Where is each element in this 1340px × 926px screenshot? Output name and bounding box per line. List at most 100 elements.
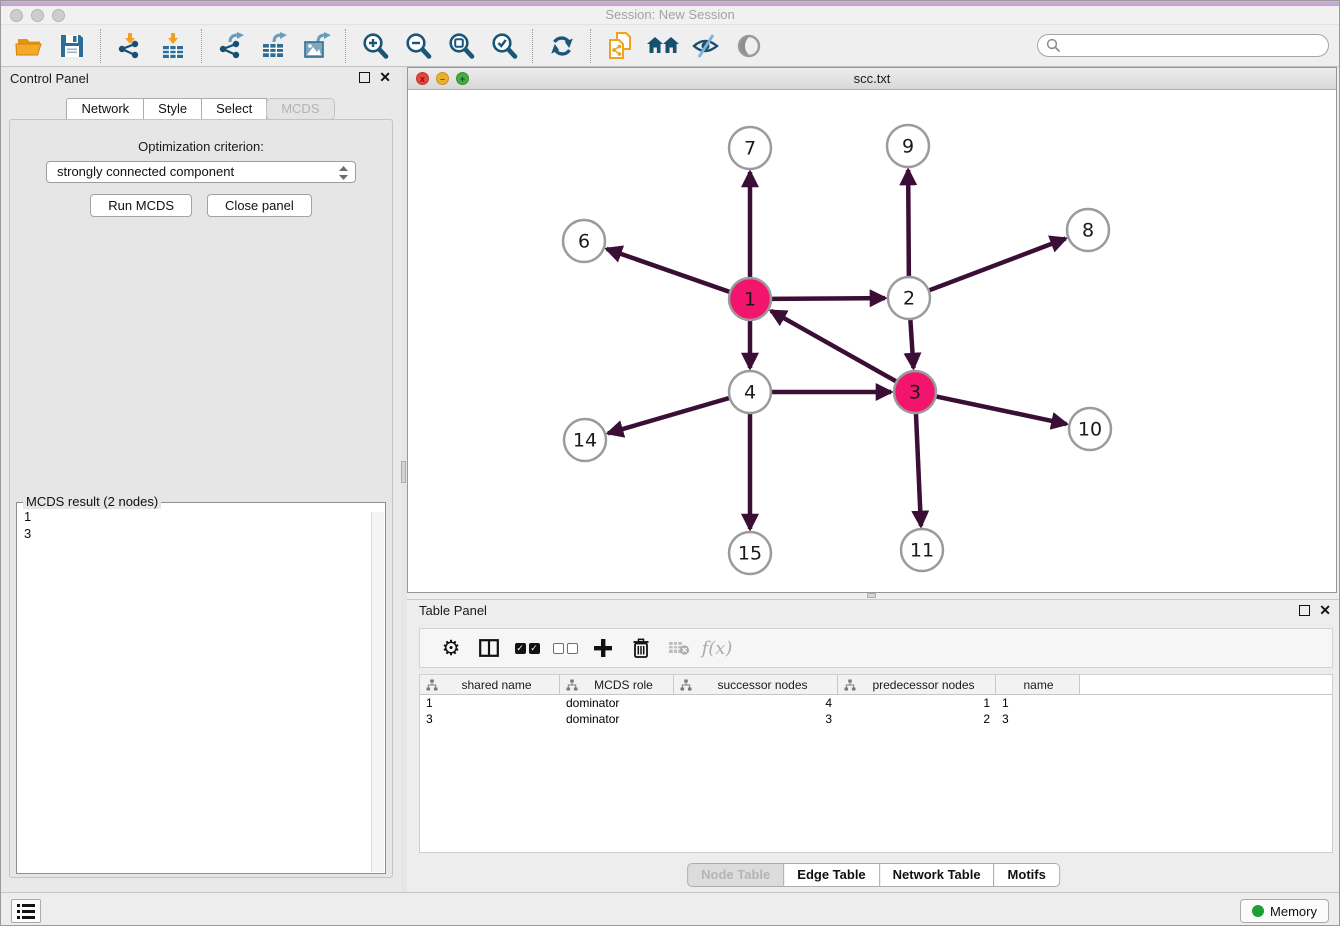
table-row[interactable]: 3dominator323 [420,711,1332,727]
column-header-MCDS-role[interactable]: MCDS role [560,675,674,694]
close-table-panel-icon[interactable]: ✕ [1319,605,1331,616]
column-header-name[interactable]: name [996,675,1080,694]
network-close-button[interactable]: x [416,72,429,85]
graph-edge-1-2[interactable] [772,298,885,299]
float-panel-icon[interactable] [359,72,370,83]
tab-style[interactable]: Style [143,98,202,120]
criterion-select[interactable]: strongly connected component [46,161,356,183]
import-table-button[interactable] [151,27,194,65]
graph-edge-3-1[interactable] [771,311,896,381]
float-table-panel-icon[interactable] [1299,605,1310,616]
table-cell[interactable]: dominator [560,711,674,727]
task-history-button[interactable] [11,899,41,923]
table-cell[interactable]: 1 [996,695,1080,711]
table-panel: Table Panel ✕ ⚙ ✓ ✓ [407,599,1340,892]
add-column-button[interactable] [584,631,622,665]
open-session-button[interactable] [7,27,50,65]
graph-edge-3-10[interactable] [937,397,1067,424]
table-cell[interactable]: 3 [674,711,838,727]
hierarchy-icon [680,679,692,691]
horizontal-splitter-handle[interactable] [867,593,876,598]
tab-select[interactable]: Select [201,98,267,120]
graph-node-label: 4 [744,382,756,404]
network-minimize-button[interactable]: – [436,72,449,85]
column-header-shared-name[interactable]: shared name [420,675,560,694]
network-from-selection-button[interactable] [598,27,641,65]
graph-node-label: 2 [903,288,915,310]
toolbar-separator [532,29,533,63]
select-all-columns-button[interactable]: ✓ ✓ [508,631,546,665]
export-network-button[interactable] [209,27,252,65]
column-header-successor-nodes[interactable]: successor nodes [674,675,838,694]
table-cell[interactable]: 1 [420,695,560,711]
graph-edge-2-8[interactable] [930,239,1066,291]
search-icon [1046,38,1061,53]
export-network-icon [217,32,245,60]
zoom-out-button[interactable] [396,27,439,65]
list-icon [16,903,36,920]
memory-button[interactable]: Memory [1240,899,1329,923]
save-session-button[interactable] [50,27,93,65]
minimize-window-button[interactable] [31,9,44,22]
tab-node-table[interactable]: Node Table [687,863,784,887]
deselect-all-columns-button[interactable] [546,631,584,665]
table-cell[interactable]: 4 [674,695,838,711]
table-cell[interactable]: 2 [838,711,996,727]
network-traffic-lights: x – + [416,72,469,85]
delete-column-button[interactable] [622,631,660,665]
export-table-button[interactable] [252,27,295,65]
apply-layout-button[interactable] [540,27,583,65]
duplicate-network-pages-icon [606,31,634,61]
graph-edge-3-11[interactable] [916,414,921,526]
export-image-button[interactable] [295,27,338,65]
tab-network[interactable]: Network [66,98,144,120]
graph-edge-1-6[interactable] [607,249,730,292]
column-layout-button[interactable] [470,631,508,665]
table-cell[interactable]: 3 [996,711,1080,727]
close-panel-button[interactable]: Close panel [207,194,312,217]
network-zoom-button[interactable]: + [456,72,469,85]
control-panel: Control Panel ✕ Network Style Select MCD… [1,67,401,892]
hierarchy-icon [566,679,578,691]
memory-status-dot [1252,905,1264,917]
table-cell[interactable]: 3 [420,711,560,727]
table-cell[interactable]: dominator [560,695,674,711]
tab-motifs[interactable]: Motifs [994,863,1060,887]
graph-edge-2-9[interactable] [908,170,909,276]
splitter-handle[interactable] [401,461,406,483]
zoom-fit-button[interactable] [439,27,482,65]
table-cell[interactable]: 1 [838,695,996,711]
result-scrollbar[interactable] [371,512,384,872]
zoom-out-icon [404,32,432,60]
toolbar-separator [345,29,346,63]
import-network-button[interactable] [108,27,151,65]
tab-network-table[interactable]: Network Table [879,863,995,887]
tab-edge-table[interactable]: Edge Table [783,863,879,887]
close-window-button[interactable] [10,9,23,22]
select-chevrons-icon [338,165,349,181]
network-canvas[interactable]: 7968124314101511 [408,90,1336,592]
gear-icon: ⚙ [442,638,461,658]
graph-node-label: 3 [909,382,921,404]
column-header-predecessor-nodes[interactable]: predecessor nodes [838,675,996,694]
memory-label: Memory [1270,904,1317,919]
function-builder-button[interactable]: f(x) [698,631,736,665]
first-neighbors-button[interactable] [641,27,684,65]
delete-table-icon [668,640,690,656]
delete-table-button[interactable] [660,631,698,665]
mcds-result-list[interactable]: 1 3 [24,508,365,869]
graph-edge-2-3[interactable] [910,320,913,368]
search-input[interactable] [1037,34,1329,57]
zoom-in-button[interactable] [353,27,396,65]
tab-mcds[interactable]: MCDS [266,98,334,120]
zoom-window-button[interactable] [52,9,65,22]
run-mcds-button[interactable]: Run MCDS [90,194,192,217]
close-panel-icon[interactable]: ✕ [379,72,391,83]
network-window-titlebar[interactable]: x – + scc.txt [408,68,1336,90]
show-all-button[interactable] [727,27,770,65]
zoom-selected-button[interactable] [482,27,525,65]
table-settings-button[interactable]: ⚙ [432,631,470,665]
graph-edge-4-14[interactable] [608,398,729,433]
hide-selected-button[interactable] [684,27,727,65]
table-row[interactable]: 1dominator411 [420,695,1332,711]
